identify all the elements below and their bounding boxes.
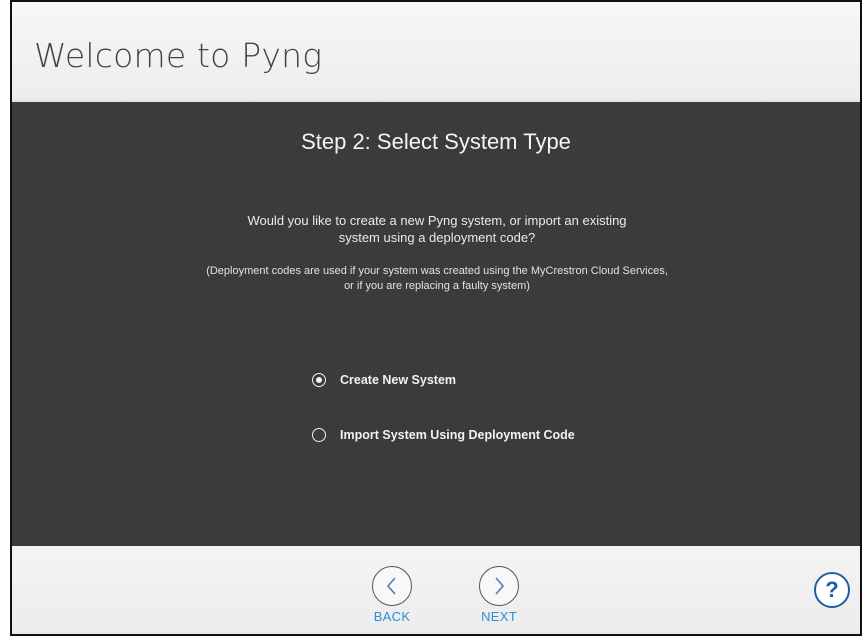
question-text: Would you like to create a new Pyng syst…	[212, 212, 662, 246]
question-mark-icon: ?	[825, 577, 839, 602]
radio-import-system[interactable]	[312, 428, 326, 442]
chevron-right-icon	[495, 577, 505, 595]
help-button[interactable]: ?	[814, 572, 850, 608]
next-button[interactable]: NEXT	[469, 566, 529, 624]
question-line-2: system using a deployment code?	[338, 230, 536, 245]
question-line-1: Would you like to create a new Pyng syst…	[247, 213, 627, 228]
next-label: NEXT	[481, 609, 517, 624]
back-label: BACK	[373, 609, 411, 624]
page-title: Welcome to Pyng	[34, 36, 323, 75]
step-title: Step 2: Select System Type	[301, 129, 571, 154]
back-button[interactable]: BACK	[362, 566, 422, 624]
note-line-2: or if you are replacing a faulty system)	[344, 280, 530, 292]
back-circle[interactable]	[372, 566, 412, 606]
option-import-system[interactable]: Import System Using Deployment Code	[312, 428, 575, 442]
deployment-note: (Deployment codes are used if your syste…	[152, 264, 722, 294]
note-line-1: (Deployment codes are used if your syste…	[206, 265, 668, 277]
radio-create-new-system[interactable]	[312, 373, 326, 387]
next-circle[interactable]	[479, 566, 519, 606]
option-create-new-system[interactable]: Create New System	[312, 373, 456, 387]
setup-panel: Step 2: Select System Type Would you lik…	[12, 102, 860, 546]
option-label-create-new: Create New System	[340, 373, 457, 387]
header: Welcome to Pyng	[12, 2, 860, 102]
chevron-left-icon	[386, 577, 396, 595]
app-window: Welcome to Pyng Step 2: Select System Ty…	[10, 0, 862, 636]
option-label-import: Import System Using Deployment Code	[340, 428, 575, 442]
footer: BACK NEXT ?	[12, 546, 860, 634]
